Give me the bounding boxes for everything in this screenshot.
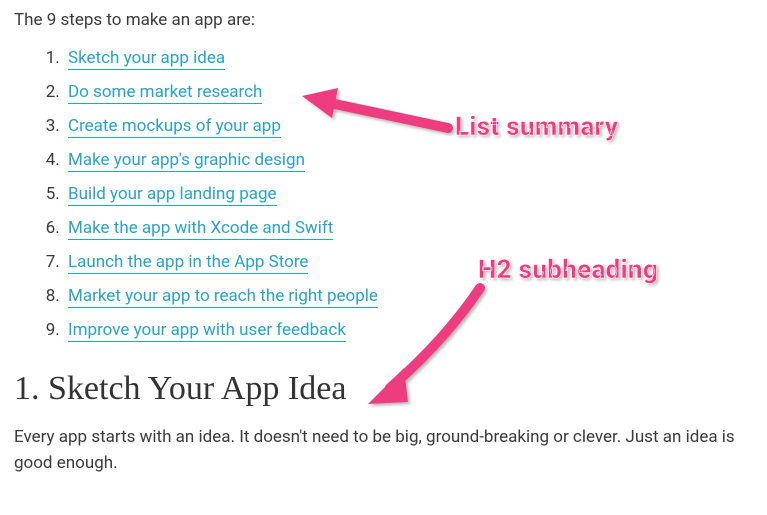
annotation-label: List summary [455,112,618,142]
list-item: Do some market research [64,82,753,102]
step-link[interactable]: Create mockups of your app [68,116,281,138]
list-item: Market your app to reach the right peopl… [64,286,753,306]
section-heading: 1. Sketch Your App Idea [14,370,753,408]
list-item: Sketch your app idea [64,48,753,68]
step-link[interactable]: Make the app with Xcode and Swift [68,218,333,240]
annotation-label: H2 subheading [478,255,658,285]
list-item: Improve your app with user feedback [64,320,753,340]
step-link[interactable]: Sketch your app idea [68,48,225,70]
step-link[interactable]: Improve your app with user feedback [68,320,346,342]
step-link[interactable]: Make your app's graphic design [68,150,305,172]
list-item: Build your app landing page [64,184,753,204]
list-item: Make the app with Xcode and Swift [64,218,753,238]
list-item: Create mockups of your app [64,116,753,136]
body-paragraph: Every app starts with an idea. It doesn'… [14,424,753,477]
step-link[interactable]: Launch the app in the App Store [68,252,308,274]
step-link[interactable]: Build your app landing page [68,184,277,206]
steps-list: Sketch your app idea Do some market rese… [14,48,753,340]
step-link[interactable]: Do some market research [68,82,262,104]
step-link[interactable]: Market your app to reach the right peopl… [68,286,378,308]
list-item: Make your app's graphic design [64,150,753,170]
intro-text: The 9 steps to make an app are: [14,10,753,30]
